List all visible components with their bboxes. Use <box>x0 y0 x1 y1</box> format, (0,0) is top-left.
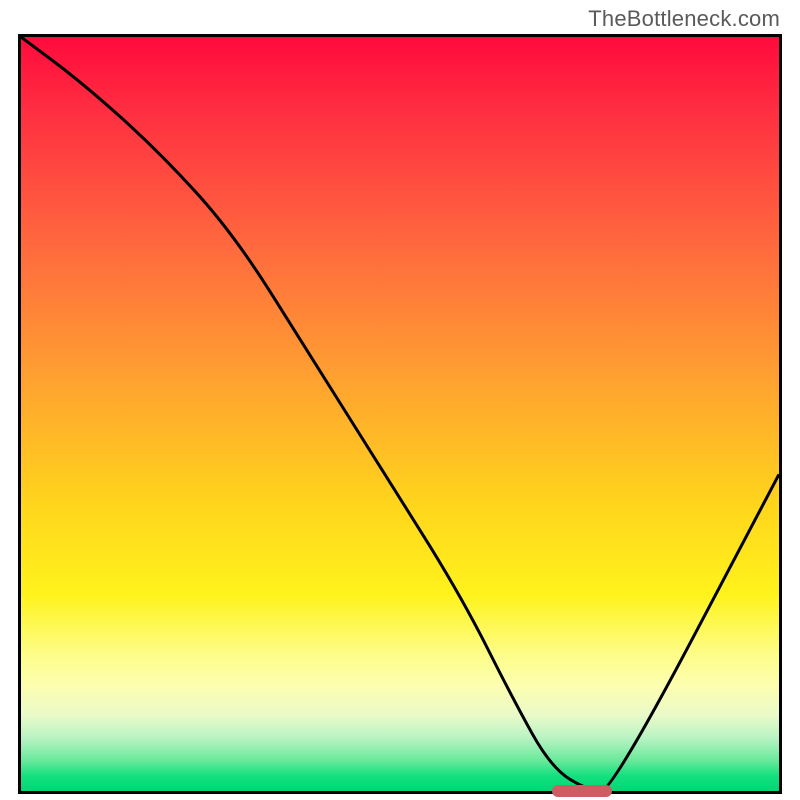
chart-gradient-background <box>21 37 779 791</box>
optimal-range-marker <box>552 785 613 797</box>
chart-frame <box>18 34 782 794</box>
watermark-text: TheBottleneck.com <box>588 6 780 32</box>
